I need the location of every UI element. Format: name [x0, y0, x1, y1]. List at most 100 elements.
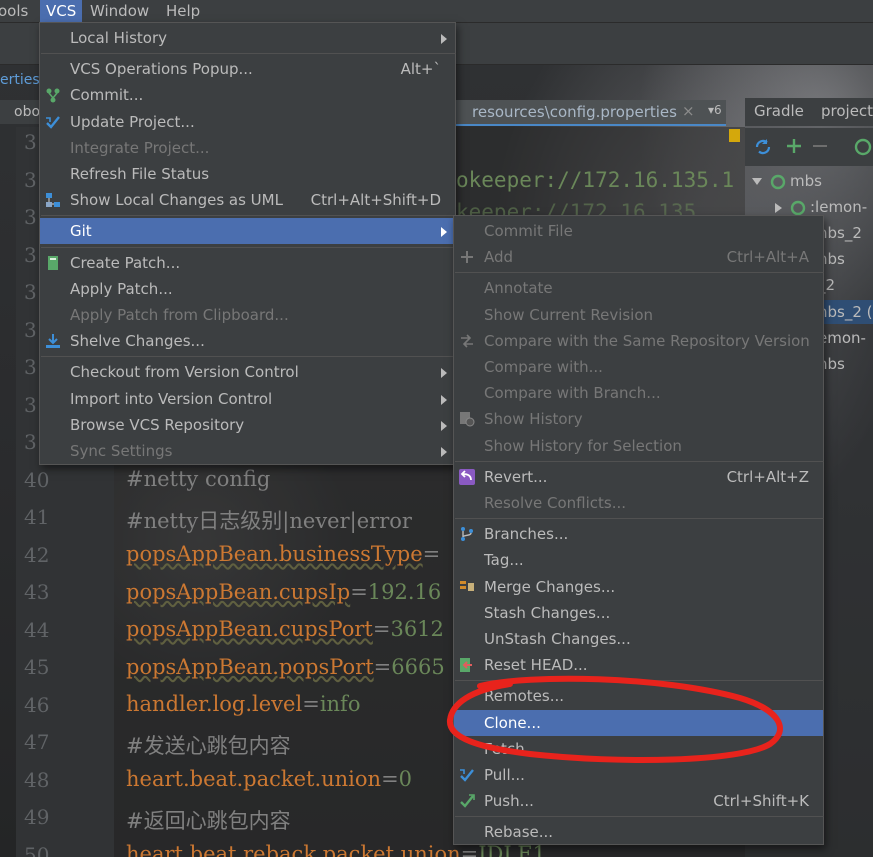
- line-number: 3: [24, 167, 37, 192]
- line-number: 42: [24, 542, 50, 567]
- vcs-item-update-project[interactable]: Update Project...: [40, 109, 455, 135]
- refresh-icon[interactable]: [753, 137, 773, 157]
- close-icon[interactable]: ×: [682, 102, 695, 120]
- properties-tab[interactable]: erties: [0, 68, 40, 92]
- tab-gradle[interactable]: Gradle: [754, 102, 804, 120]
- line-number: 3: [24, 430, 37, 454]
- git-item-merge-changes[interactable]: Merge Changes...: [454, 574, 823, 600]
- vcs-item-apply-patch-from-clipboard[interactable]: Apply Patch from Clipboard...: [40, 302, 455, 328]
- menu-separator: [455, 460, 824, 462]
- git-item-resolve-conflicts[interactable]: Resolve Conflicts...: [454, 490, 823, 516]
- gradle-tree-item[interactable]: mbs: [752, 172, 822, 190]
- editor-tab-config[interactable]: resources\config.properties ×: [456, 100, 726, 126]
- chevron-right-icon[interactable]: [775, 202, 782, 213]
- git-item-stash-changes[interactable]: Stash Changes...: [454, 600, 823, 626]
- gradle-tree-item[interactable]: emon-: [818, 329, 866, 347]
- git-item-remotes[interactable]: Remotes...: [454, 683, 823, 709]
- add-icon[interactable]: [785, 137, 803, 155]
- vcs-item-git[interactable]: Git: [40, 218, 455, 245]
- git-item-annotate[interactable]: Annotate: [454, 275, 823, 301]
- code-value: 0: [398, 767, 413, 791]
- menu-item-label: Show Local Changes as UML: [70, 191, 283, 210]
- git-item-unstash-changes[interactable]: UnStash Changes...: [454, 626, 823, 652]
- git-item-show-current-revision[interactable]: Show Current Revision: [454, 302, 823, 328]
- line-number: 48: [24, 767, 50, 792]
- vcs-item-integrate-project[interactable]: Integrate Project...: [40, 135, 455, 161]
- code-comment: #发送心跳包内容: [126, 733, 291, 758]
- shortcut-label: Ctrl+Shift+K: [713, 792, 809, 811]
- menu-item-label: Tag...: [484, 551, 524, 570]
- menu-separator: [455, 272, 824, 274]
- code-value: 6665: [391, 654, 445, 679]
- gradle-tree-label: mbs: [790, 172, 822, 190]
- vcs-item-sync-settings[interactable]: Sync Settings: [40, 438, 455, 464]
- menu-separator: [455, 816, 824, 818]
- git-item-compare-with-the-same-repository-version[interactable]: Compare with the Same Repository Version: [454, 328, 823, 354]
- code-key: popsAppBean.popsPort: [126, 654, 374, 679]
- vcs-item-import-into-version-control[interactable]: Import into Version Control: [40, 386, 455, 412]
- vcs-item-checkout-from-version-control[interactable]: Checkout from Version Control: [40, 359, 455, 385]
- menu-item-label: Apply Patch from Clipboard...: [70, 306, 289, 324]
- vcs-item-local-history[interactable]: Local History: [40, 25, 455, 51]
- git-item-show-history-for-selection[interactable]: Show History for Selection: [454, 433, 823, 459]
- vcs-item-apply-patch[interactable]: Apply Patch...: [40, 276, 455, 302]
- git-item-compare-with[interactable]: Compare with...: [454, 354, 823, 380]
- git-item-rebase[interactable]: Rebase...: [454, 819, 823, 845]
- git-item-add[interactable]: Add Ctrl+Alt+A: [454, 244, 823, 270]
- line-number: 3: [24, 242, 37, 267]
- gradle-run-icon[interactable]: [853, 137, 873, 157]
- menu-item-label: Local History: [70, 29, 168, 47]
- menu-separator: [455, 680, 824, 682]
- menu-item-label: VCS Operations Popup...: [70, 60, 253, 79]
- git-item-show-history[interactable]: Show History: [454, 406, 823, 432]
- history-icon: [460, 412, 475, 427]
- shelve-icon: [46, 334, 60, 349]
- shortcut-label: Alt+`: [400, 60, 441, 79]
- vcs-item-vcs-operations-popup[interactable]: VCS Operations Popup... Alt+`: [40, 56, 455, 82]
- vcs-item-shelve-changes[interactable]: Shelve Changes...: [40, 328, 455, 354]
- chevron-right-icon: [441, 420, 447, 431]
- gradle-tree-item[interactable]: nbs_2: [818, 224, 862, 242]
- vcs-item-create-patch[interactable]: Create Patch...: [40, 250, 455, 276]
- menu-tools[interactable]: ools: [0, 0, 34, 23]
- menu-item-label: Shelve Changes...: [70, 332, 205, 351]
- git-item-tag[interactable]: Tag...: [454, 547, 823, 573]
- git-item-fetch[interactable]: Fetch: [454, 736, 823, 762]
- git-item-pull[interactable]: Pull...: [454, 762, 823, 788]
- menu-vcs[interactable]: VCS: [40, 0, 83, 23]
- git-item-commit-file[interactable]: Commit File: [454, 218, 823, 244]
- vcs-item-commit[interactable]: Commit...: [40, 82, 455, 108]
- git-item-branches[interactable]: Branches...: [454, 521, 823, 547]
- gradle-tree-item[interactable]: :lemon-: [775, 198, 867, 216]
- code-equals: =: [381, 767, 399, 791]
- vcs-menu: Local History VCS Operations Popup... Alt+…: [39, 22, 456, 465]
- menu-item-label: Compare with Branch...: [484, 384, 661, 403]
- code-value: 192.16: [367, 579, 442, 604]
- vcs-item-show-local-changes-as-uml[interactable]: Show Local Changes as UML Ctrl+Alt+Shift+…: [40, 187, 455, 213]
- line-number: 47: [24, 730, 50, 754]
- line-number: 44: [24, 617, 50, 642]
- git-item-push[interactable]: Push... Ctrl+Shift+K: [454, 788, 823, 814]
- code-comment: #netty config: [126, 467, 271, 491]
- git-item-revert[interactable]: Revert... Ctrl+Alt+Z: [454, 464, 823, 490]
- menu-window[interactable]: Window: [84, 0, 155, 23]
- add-icon: [461, 251, 473, 264]
- remove-icon[interactable]: [811, 137, 829, 155]
- chevron-down-icon[interactable]: [752, 178, 762, 185]
- chevron-right-icon: [441, 447, 447, 457]
- git-item-reset-head[interactable]: Reset HEAD...: [454, 652, 823, 678]
- menu-help[interactable]: Help: [160, 0, 206, 23]
- code-key: popsAppBean.cupsPort: [126, 617, 373, 641]
- tab-list-icon[interactable]: ▾6: [708, 103, 722, 117]
- menu-item-label: Compare with the Same Repository Version: [484, 331, 810, 350]
- tab-project[interactable]: project: [821, 102, 873, 120]
- vcs-item-browse-vcs-repository[interactable]: Browse VCS Repository: [40, 412, 455, 438]
- menu-item-label: Clone...: [484, 713, 541, 732]
- gradle-tree-item[interactable]: nbs_2 (: [818, 303, 873, 321]
- warning-marker[interactable]: [729, 129, 740, 142]
- git-item-compare-with-branch[interactable]: Compare with Branch...: [454, 380, 823, 406]
- git-item-clone[interactable]: Clone...: [454, 709, 823, 736]
- vcs-item-refresh-file-status[interactable]: Refresh File Status: [40, 161, 455, 187]
- project-tab[interactable]: obo: [0, 100, 40, 124]
- code-equals: =: [350, 579, 368, 604]
